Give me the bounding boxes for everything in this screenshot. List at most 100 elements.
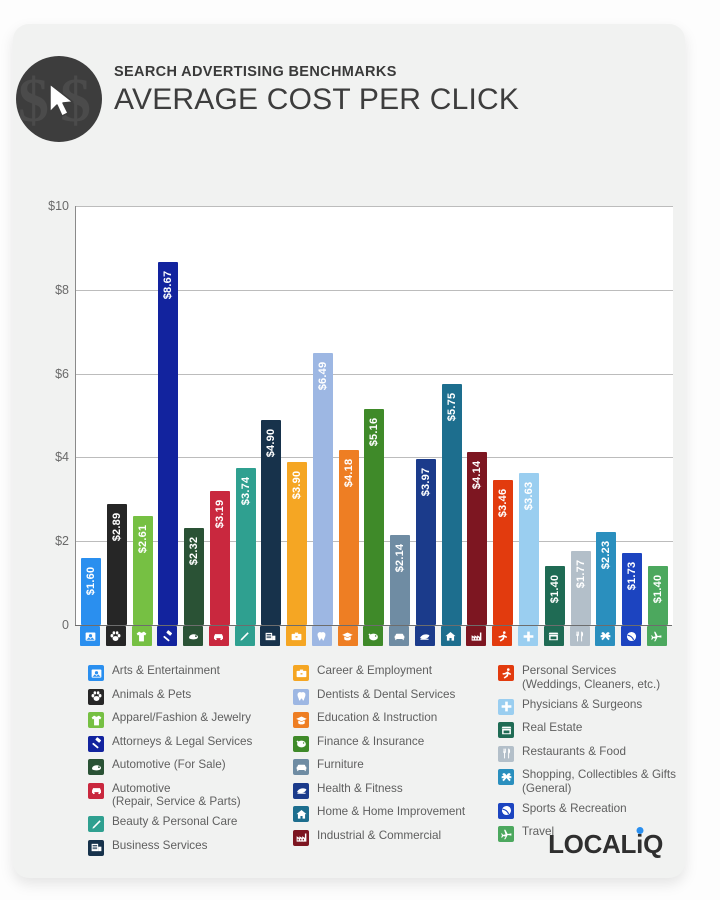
bar[interactable]: $1.60 [81, 557, 101, 625]
piggy-bank-icon [293, 735, 309, 752]
bar[interactable]: $3.97 [415, 458, 436, 625]
bar-value-label: $4.14 [471, 460, 484, 489]
bar-value-label: $1.40 [548, 575, 561, 604]
bar-value-label: $3.46 [497, 488, 510, 518]
bar[interactable]: $3.63 [519, 472, 540, 625]
legend-item[interactable]: Dentists & Dental Services [293, 688, 498, 705]
bar-value-label: $1.40 [651, 575, 664, 604]
legend-item[interactable]: Attorneys & Legal Services [88, 735, 293, 752]
bar[interactable]: $3.19 [209, 491, 230, 625]
bar[interactable]: $2.23 [596, 531, 617, 625]
legend-item[interactable]: Real Estate [498, 721, 688, 738]
briefcase-icon [293, 665, 309, 681]
car-icon [208, 626, 229, 646]
page-title: AVERAGE COST PER CLICK [114, 83, 520, 116]
storefront-icon [543, 626, 564, 646]
bar[interactable]: $1.40 [544, 566, 565, 625]
bar[interactable]: $1.40 [647, 566, 668, 625]
bar-column: $2.61 [132, 206, 153, 625]
bar-column: $3.97 [415, 206, 436, 625]
legend-item-label: Industrial & Commercial [317, 828, 442, 842]
bar-value-label: $3.63 [523, 481, 536, 511]
y-axis-tick-label: $4 [55, 450, 69, 465]
bar[interactable]: $6.49 [312, 353, 333, 625]
bar[interactable]: $3.46 [493, 480, 514, 625]
legend-item[interactable]: Arts & Entertainment [88, 664, 293, 681]
bar-column: $1.77 [570, 206, 591, 625]
factory-icon [293, 829, 309, 846]
bar[interactable]: $2.61 [132, 515, 153, 625]
legend-item[interactable]: Personal Services (Weddings, Cleaners, e… [498, 664, 688, 691]
graduation-cap-icon [337, 626, 358, 646]
bar[interactable]: $3.90 [287, 461, 308, 625]
document-icon [88, 839, 104, 856]
legend-item[interactable]: Sports & Recreation [498, 802, 688, 819]
legend-item[interactable]: Animals & Pets [88, 688, 293, 705]
nail-file-icon [88, 816, 104, 832]
legend-item-label: Education & Instruction [317, 711, 438, 724]
legend-column: Arts & Entertainment Animals & Pets Appare… [88, 664, 293, 862]
legend-item-label: Arts & Entertainment [112, 664, 220, 677]
paw-icon [105, 626, 126, 646]
person-running-icon [498, 665, 514, 681]
bar-value-label: $2.23 [600, 540, 613, 569]
y-axis-tick-label: 0 [62, 618, 69, 632]
bar-column: $1.40 [544, 206, 565, 625]
legend-item-label: Restaurants & Food [522, 744, 626, 758]
legend-item[interactable]: Automotive (For Sale) [88, 758, 293, 775]
bar-column: $3.46 [493, 206, 514, 625]
picture-icon [80, 626, 100, 646]
bar[interactable]: $5.16 [364, 408, 385, 625]
bar[interactable]: $1.77 [570, 550, 591, 625]
legend-item-label: Attorneys & Legal Services [112, 734, 253, 748]
bar[interactable]: $5.75 [441, 384, 462, 625]
fork-knife-icon [498, 745, 514, 762]
sofa-icon [389, 626, 410, 646]
header: $ $ SEARCH ADVERTISING BENCHMARKS AVERAG… [13, 42, 685, 142]
bar[interactable]: $4.18 [338, 449, 359, 625]
car-icon [88, 782, 104, 799]
bar[interactable]: $4.90 [261, 419, 282, 625]
legend-item-label: Shopping, Collectibles & Gifts (General) [522, 768, 676, 795]
bar-value-label: $2.14 [394, 544, 407, 573]
briefcase-icon [286, 626, 307, 646]
bar[interactable]: $1.73 [622, 552, 643, 625]
legend-item[interactable]: Furniture [293, 758, 498, 775]
legend-item[interactable]: Beauty & Personal Care [88, 815, 293, 832]
bar-column: $8.67 [158, 206, 179, 625]
legend-item[interactable]: Business Services [88, 839, 293, 856]
legend-item[interactable]: Career & Employment [293, 664, 498, 681]
legend-item[interactable]: Restaurants & Food [498, 745, 688, 762]
medical-cross-icon [518, 626, 539, 646]
logo-text-after: Q [643, 829, 663, 859]
bar[interactable]: $2.14 [390, 535, 411, 625]
logo-letter-i: i [636, 827, 644, 859]
legend-item[interactable]: Shopping, Collectibles & Gifts (General) [498, 768, 688, 795]
tshirt-icon [131, 626, 152, 646]
chart: $10 $8 $6 $4 $2 0 $1.60 $2.89 $2.61 $8.67 $2.32 $3… [13, 168, 685, 658]
legend-item[interactable]: Finance & Insurance [293, 735, 498, 752]
legend-item[interactable]: Health & Fitness [293, 782, 498, 799]
bar-column: $5.75 [441, 206, 462, 625]
bar-column: $2.89 [106, 206, 127, 625]
bar[interactable]: $4.14 [467, 451, 488, 625]
legend-item-label: Animals & Pets [112, 687, 192, 701]
legend-item-label: Home & Home Improvement [317, 805, 466, 818]
logo-dot-icon [636, 827, 644, 834]
legend-item[interactable]: Home & Home Improvement [293, 805, 498, 822]
bar-value-label: $4.90 [265, 428, 278, 457]
localiq-logo: LOCAL iQ [548, 827, 663, 860]
legend-item[interactable]: Physicians & Surgeons [498, 698, 688, 715]
legend-item[interactable]: Education & Instruction [293, 711, 498, 728]
bar-value-label: $2.32 [188, 536, 201, 566]
legend-item[interactable]: Automotive (Repair, Service & Parts) [88, 782, 293, 809]
bar[interactable]: $2.89 [106, 503, 127, 625]
legend-item[interactable]: Industrial & Commercial [293, 829, 498, 846]
bar-column: $4.90 [261, 206, 282, 625]
bar[interactable]: $2.32 [184, 527, 205, 625]
bar[interactable]: $3.74 [235, 468, 256, 625]
legend-item[interactable]: Apparel/Fashion & Jewelry [88, 711, 293, 728]
legend-column: Career & Employment Dentists & Dental Ser… [293, 664, 498, 862]
bar-column: $2.23 [596, 206, 617, 625]
bar[interactable]: $8.67 [158, 261, 179, 625]
